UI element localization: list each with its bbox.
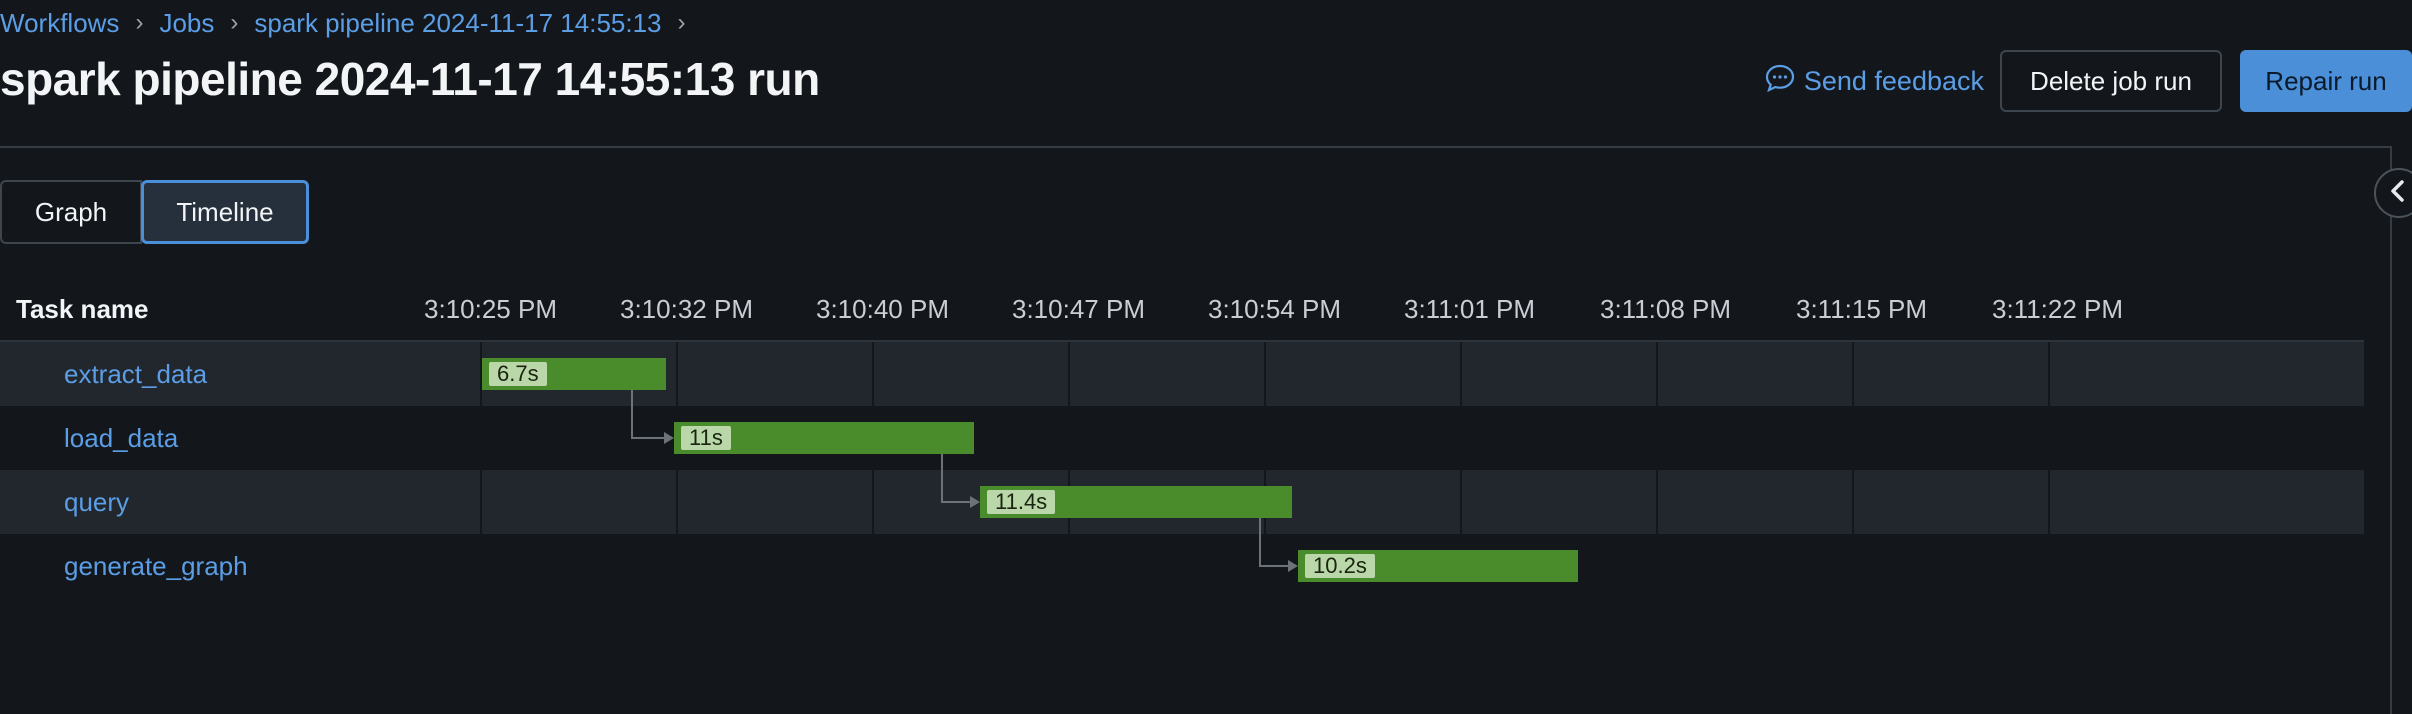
page-title: spark pipeline 2024-11-17 14:55:13 run: [0, 53, 820, 105]
task-link-load-data[interactable]: load_data: [64, 406, 178, 470]
collapse-panel-button[interactable]: [2374, 168, 2412, 218]
task-row-load-data: load_data 11s: [0, 406, 2364, 470]
time-tick: 3:10:25 PM: [424, 294, 557, 324]
time-tick: 3:10:40 PM: [816, 294, 949, 324]
task-link-query[interactable]: query: [64, 470, 129, 534]
delete-job-run-button[interactable]: Delete job run: [2000, 50, 2222, 112]
send-feedback-label: Send feedback: [1803, 65, 1984, 96]
breadcrumb-workflows[interactable]: Workflows: [0, 8, 119, 39]
gridline: [1656, 470, 1658, 534]
chevron-right-icon: ›: [677, 9, 686, 36]
tab-graph[interactable]: Graph: [0, 180, 142, 244]
task-row-extract-data: extract_data 6.7s: [0, 342, 2364, 406]
task-bar-load-data[interactable]: 11s: [674, 422, 974, 454]
gridline: [1068, 342, 1070, 406]
breadcrumb-jobs[interactable]: Jobs: [159, 8, 214, 39]
time-tick: 3:10:32 PM: [620, 294, 753, 324]
gridline: [1852, 342, 1854, 406]
task-link-generate-graph[interactable]: generate_graph: [64, 534, 248, 598]
time-tick: 3:11:15 PM: [1796, 294, 1928, 324]
gridline: [1460, 342, 1462, 406]
chevron-right-icon: ›: [135, 9, 144, 36]
gridline: [2048, 342, 2050, 406]
timeline-header: Task name 3:10:25 PM 3:10:32 PM 3:10:40 …: [0, 290, 2364, 340]
gridline: [480, 470, 482, 534]
time-tick: 3:11:22 PM: [1992, 294, 2124, 324]
header-divider: [0, 146, 2390, 148]
chevron-left-icon: [2388, 179, 2408, 208]
gridline: [1460, 470, 1462, 534]
gridline: [872, 470, 874, 534]
gridline: [676, 470, 678, 534]
gridline: [2048, 470, 2050, 534]
send-feedback-link[interactable]: Send feedback: [1764, 62, 1984, 101]
task-row-generate-graph: generate_graph 10.2s: [0, 534, 2364, 598]
time-tick: 3:11:01 PM: [1404, 294, 1536, 324]
duration-label: 10.2s: [1305, 554, 1375, 578]
duration-label: 11.4s: [987, 490, 1056, 514]
chevron-right-icon: ›: [230, 9, 239, 36]
task-bar-generate-graph[interactable]: 10.2s: [1298, 550, 1578, 582]
gridline: [1264, 342, 1266, 406]
breadcrumb: Workflows › Jobs › spark pipeline 2024-1…: [0, 8, 702, 38]
task-name-column-header: Task name: [16, 294, 149, 324]
breadcrumb-job[interactable]: spark pipeline 2024-11-17 14:55:13: [254, 8, 661, 39]
time-tick: 3:10:54 PM: [1208, 294, 1341, 324]
tab-timeline[interactable]: Timeline: [141, 180, 309, 244]
gridline: [1656, 342, 1658, 406]
gridline: [872, 342, 874, 406]
duration-label: 11s: [681, 426, 731, 450]
time-tick: 3:10:47 PM: [1012, 294, 1145, 324]
task-link-extract-data[interactable]: extract_data: [64, 342, 207, 406]
view-toggle: Graph Timeline: [0, 180, 309, 244]
task-bar-query[interactable]: 11.4s: [980, 486, 1292, 518]
chat-bubble-icon: [1764, 62, 1804, 101]
task-row-query: query 11.4s: [0, 470, 2364, 534]
repair-run-button[interactable]: Repair run: [2240, 50, 2412, 112]
side-panel-border: [2390, 146, 2392, 714]
header-actions: Send feedback Delete job run Repair run: [1764, 50, 2412, 112]
time-tick: 3:11:08 PM: [1600, 294, 1732, 324]
gridline: [1852, 470, 1854, 534]
gridline: [676, 342, 678, 406]
task-bar-extract-data[interactable]: 6.7s: [482, 358, 666, 390]
duration-label: 6.7s: [489, 362, 547, 386]
